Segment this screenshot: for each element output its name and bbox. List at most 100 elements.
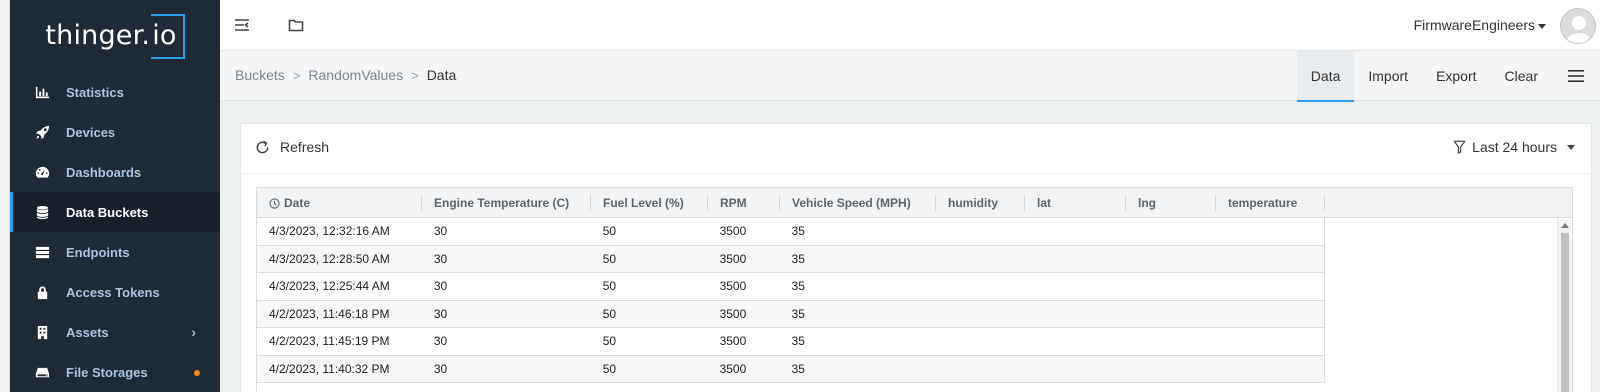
scrollbar-thumb[interactable] (1561, 233, 1569, 392)
breadcrumb-separator: > (411, 67, 419, 83)
table-cell: 35 (791, 224, 805, 239)
breadcrumb-bucket[interactable]: RandomValues (308, 67, 403, 83)
table-cell (1125, 273, 1215, 300)
panel-header: Refresh Last 24 hours (241, 124, 1591, 174)
table-cell (1215, 218, 1324, 245)
table-cell: 30 (433, 279, 448, 294)
clock-icon (269, 197, 280, 209)
sidebar-item-label: Devices (66, 124, 116, 140)
sidebar-item-label: Access Tokens (66, 284, 160, 300)
table-cell (1125, 246, 1215, 273)
column-header[interactable]: Fuel Level (%) (591, 188, 708, 218)
table-body: 4/3/2023, 12:32:16 AM 30 50 3500 35 4/3/2023,… (257, 218, 1325, 383)
vertical-scrollbar[interactable] (1557, 219, 1571, 392)
collapse-sidebar-icon[interactable] (234, 17, 252, 33)
table-cell (1024, 246, 1125, 273)
column-header[interactable]: Engine Temperature (C) (422, 188, 591, 218)
avatar[interactable] (1560, 8, 1596, 44)
column-header[interactable]: humidity (936, 188, 1025, 218)
scroll-up-icon[interactable] (1561, 223, 1569, 228)
table-row[interactable]: 4/2/2023, 11:46:18 PM 30 50 3500 35 (257, 300, 1325, 328)
column-header[interactable]: RPM (708, 188, 780, 218)
sidebar-item-file-storages[interactable]: File Storages (10, 352, 220, 392)
rocket-icon (34, 124, 50, 140)
breadcrumb-buckets[interactable]: Buckets (235, 67, 285, 83)
time-filter-dropdown[interactable]: Last 24 hours (1453, 139, 1575, 155)
table-cell: 4/2/2023, 11:46:18 PM (269, 306, 390, 321)
sidebar-item-label: Data Buckets (66, 204, 149, 220)
table-cell (1125, 301, 1215, 328)
tab-import[interactable]: Import (1354, 51, 1422, 101)
time-filter-label: Last 24 hours (1472, 139, 1557, 155)
sidebar-item-label: Dashboards (66, 164, 142, 180)
table-cell: 50 (602, 279, 617, 294)
lock-icon (34, 284, 50, 300)
folder-icon[interactable] (288, 17, 306, 33)
table-cell (1024, 356, 1125, 383)
logo[interactable]: thinger.io (10, 0, 220, 72)
table-row[interactable]: 4/3/2023, 12:32:16 AM 30 50 3500 35 (257, 218, 1325, 246)
table-cell (935, 301, 1024, 328)
caret-down-icon (1567, 144, 1575, 150)
table-cell: 3500 (719, 306, 747, 321)
sidebar-item-label: File Storages (66, 364, 148, 380)
tab-export[interactable]: Export (1422, 51, 1490, 101)
table-cell: 35 (791, 279, 805, 294)
data-panel: Refresh Last 24 hours Date Engine Temper… (240, 123, 1592, 392)
table-cell (1215, 356, 1324, 383)
notification-dot (194, 370, 200, 376)
table-row[interactable]: 4/3/2023, 12:25:44 AM 30 50 3500 35 (257, 273, 1325, 301)
table-cell: 30 (433, 361, 448, 376)
sidebar-item-statistics[interactable]: Statistics (10, 72, 220, 112)
server-icon (34, 244, 50, 260)
window-edge (0, 0, 10, 392)
sidebar-item-data-buckets[interactable]: Data Buckets (10, 192, 220, 232)
table-row[interactable]: 4/2/2023, 11:45:19 PM 30 50 3500 35 (257, 328, 1325, 356)
column-header[interactable]: temperature (1216, 188, 1325, 218)
table-cell (935, 356, 1024, 383)
table-cell: 35 (791, 334, 805, 349)
table-cell: 30 (433, 251, 448, 266)
table-cell (1125, 218, 1215, 245)
gauge-icon (34, 164, 50, 180)
hamburger-menu-icon[interactable] (1552, 51, 1600, 101)
table-cell (1215, 301, 1324, 328)
column-header[interactable]: lng (1126, 188, 1216, 218)
refresh-button[interactable]: Refresh (255, 139, 329, 155)
building-icon (34, 324, 50, 340)
table-row[interactable]: 4/3/2023, 12:28:50 AM 30 50 3500 35 (257, 245, 1325, 273)
table-cell: 50 (602, 334, 617, 349)
sidebar-item-dashboards[interactable]: Dashboards (10, 152, 220, 192)
table-cell (1125, 356, 1215, 383)
tab-clear[interactable]: Clear (1491, 51, 1552, 101)
sidebar-item-access-tokens[interactable]: Access Tokens (10, 272, 220, 312)
table-cell (935, 246, 1024, 273)
subbar: Buckets > RandomValues > Data Data Impor… (220, 51, 1600, 102)
table-cell: 3500 (719, 279, 747, 294)
sidebar-item-label: Assets (66, 324, 109, 340)
table-cell: 4/3/2023, 12:25:44 AM (269, 279, 390, 294)
table-cell (1024, 301, 1125, 328)
sidebar-item-assets[interactable]: Assets › (10, 312, 220, 352)
sidebar-item-endpoints[interactable]: Endpoints (10, 232, 220, 272)
logo-text: thinger.io (45, 13, 185, 59)
tab-data[interactable]: Data (1296, 51, 1355, 102)
table-cell: 50 (602, 224, 617, 239)
sidebar-item-devices[interactable]: Devices (10, 112, 220, 152)
table-cell: 50 (602, 306, 617, 321)
table-cell: 35 (791, 361, 805, 376)
breadcrumb: Buckets > RandomValues > Data (235, 67, 456, 83)
table-cell: 35 (791, 251, 805, 266)
user-menu[interactable]: FirmwareEngineers (1414, 17, 1546, 33)
table-row[interactable]: 4/2/2023, 11:40:32 PM 30 50 3500 35 (257, 355, 1325, 383)
table-cell: 30 (433, 224, 448, 239)
sidebar-nav: Statistics Devices Dashboards Data Bucke… (10, 72, 220, 392)
database-icon (34, 204, 50, 220)
filter-icon (1453, 140, 1466, 154)
column-header[interactable]: lat (1025, 188, 1126, 218)
table-cell: 4/3/2023, 12:32:16 AM (269, 224, 390, 239)
column-header[interactable]: Vehicle Speed (MPH) (780, 188, 936, 218)
column-header-date[interactable]: Date (257, 188, 422, 218)
table-cell: 4/2/2023, 11:40:32 PM (269, 361, 390, 376)
hdd-icon (34, 364, 50, 380)
